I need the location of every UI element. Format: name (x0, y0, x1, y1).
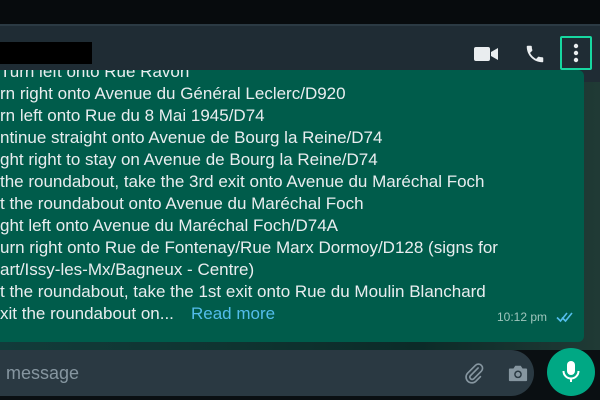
microphone-icon (562, 361, 580, 382)
status-bar (0, 0, 600, 24)
message-line: ght right to stay on Avenue de Bourg la … (0, 150, 378, 169)
message-line: urn right onto Rue de Fontenay/Rue Marx … (0, 238, 498, 257)
voice-call-button[interactable] (520, 39, 550, 69)
message-composer (0, 350, 534, 396)
message-line: rn right onto Avenue du Général Leclerc/… (0, 84, 346, 103)
message-line: Turn left onto Rue Ravon (0, 70, 190, 81)
message-line: t the roundabout onto Avenue du Maréchal… (0, 194, 364, 213)
video-camera-icon (474, 47, 498, 61)
message-line: t the roundabout, take the 1st exit onto… (0, 282, 486, 301)
camera-button[interactable] (505, 360, 531, 386)
phone-icon (526, 45, 544, 63)
three-dots-vertical-icon (573, 43, 579, 63)
voice-message-button[interactable] (547, 348, 595, 396)
message-line: art/Issy-les-Mx/Bagneux - Centre) (0, 260, 255, 279)
double-check-read-icon (556, 310, 574, 328)
contact-name-redacted[interactable] (0, 42, 92, 64)
message-line: ntinue straight onto Avenue de Bourg la … (0, 128, 383, 147)
read-more-link[interactable]: Read more (191, 303, 275, 325)
message-line: rn left onto Rue du 8 Mai 1945/D74 (0, 106, 265, 125)
message-line: the roundabout, take the 3rd exit onto A… (0, 172, 485, 191)
chat-area[interactable]: Turn left onto Rue Ravon rn right onto A… (0, 70, 600, 350)
paperclip-icon (465, 363, 484, 384)
message-time: 10:12 pm (497, 310, 548, 324)
message-line: ght left onto Avenue du Maréchal Foch/D7… (0, 216, 339, 235)
more-options-button[interactable] (560, 36, 592, 70)
message-line: xit the roundabout on... (0, 304, 174, 323)
attach-button[interactable] (460, 360, 488, 386)
bottom-edge (0, 396, 600, 400)
message-bubble[interactable]: Turn left onto Rue Ravon rn right onto A… (0, 70, 584, 342)
message-input[interactable] (0, 350, 446, 396)
camera-icon (508, 365, 528, 382)
video-call-button[interactable] (470, 40, 502, 68)
